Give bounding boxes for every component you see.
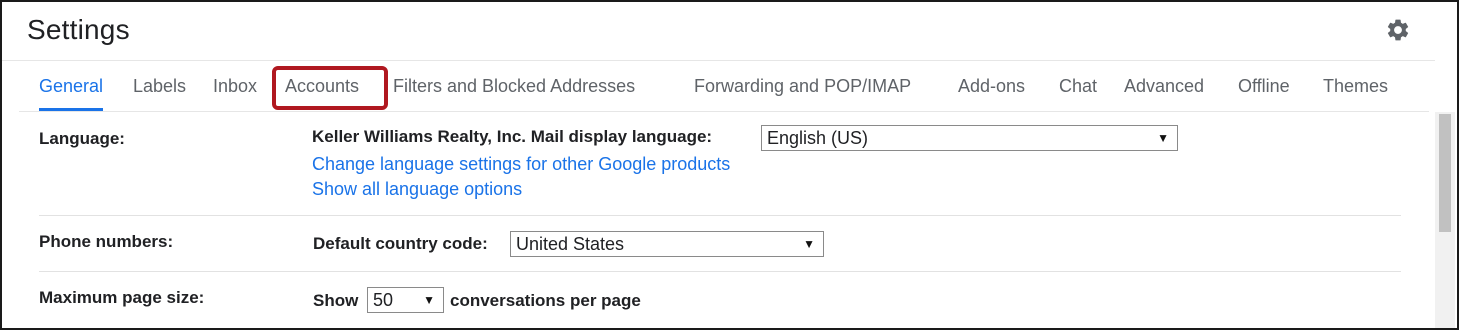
default-country-code-prompt: Default country code: — [313, 234, 488, 253]
language-select[interactable]: English (US) ▼ — [761, 125, 1178, 151]
language-label: Language: — [39, 129, 125, 148]
country-code-select[interactable]: United States ▼ — [510, 231, 824, 257]
settings-header: Settings — [2, 2, 1435, 61]
language-links: Change language settings for other Googl… — [312, 154, 730, 200]
page-size-prefix-wrap: Show — [313, 291, 358, 311]
page-title: Settings — [27, 14, 130, 45]
page-size-suffix-wrap: conversations per page — [450, 291, 641, 311]
vertical-scrollbar[interactable] — [1435, 112, 1455, 328]
dropdown-caret-icon: ▼ — [803, 237, 815, 251]
tab-filters-and-blocked-addresses[interactable]: Filters and Blocked Addresses — [393, 61, 635, 111]
tab-chat[interactable]: Chat — [1059, 61, 1097, 111]
settings-tabs: General Labels Inbox Accounts Filters an… — [19, 61, 1429, 112]
page-size-row: Maximum page size: Show 50 ▼ conversatio… — [39, 272, 1401, 328]
settings-window: Settings General Labels Inbox Accounts F… — [0, 0, 1459, 330]
country-code-value: United States — [516, 234, 625, 254]
show-all-language-options-link[interactable]: Show all language options — [312, 179, 730, 200]
tab-accounts[interactable]: Accounts — [285, 61, 359, 111]
tab-general[interactable]: General — [39, 61, 104, 111]
tab-themes[interactable]: Themes — [1323, 61, 1388, 111]
tab-forwarding-and-pop-imap[interactable]: Forwarding and POP/IMAP — [694, 61, 911, 111]
tab-labels[interactable]: Labels — [133, 61, 186, 111]
phone-content: Default country code: — [313, 234, 488, 254]
language-content: Keller Williams Realty, Inc. Mail displa… — [312, 127, 712, 147]
page-size-suffix: conversations per page — [450, 291, 641, 310]
page-size-label: Maximum page size: — [39, 288, 205, 307]
dropdown-caret-icon: ▼ — [1157, 131, 1169, 145]
gear-icon[interactable] — [1385, 17, 1411, 43]
tab-add-ons[interactable]: Add-ons — [958, 61, 1025, 111]
change-language-settings-link[interactable]: Change language settings for other Googl… — [312, 154, 730, 175]
phone-numbers-row: Phone numbers: Default country code: Uni… — [39, 216, 1401, 272]
phone-numbers-label: Phone numbers: — [39, 232, 174, 251]
language-select-value: English (US) — [767, 128, 869, 148]
page-size-prefix: Show — [313, 291, 359, 310]
tab-offline[interactable]: Offline — [1238, 61, 1290, 111]
language-row: Language: Keller Williams Realty, Inc. M… — [39, 112, 1401, 216]
tab-inbox[interactable]: Inbox — [213, 61, 257, 111]
scrollbar-thumb[interactable] — [1439, 114, 1451, 232]
page-size-value: 50 — [373, 290, 394, 310]
page-size-select[interactable]: 50 ▼ — [367, 287, 444, 313]
dropdown-caret-icon: ▼ — [423, 293, 435, 307]
tab-advanced[interactable]: Advanced — [1124, 61, 1204, 111]
display-language-prompt: Keller Williams Realty, Inc. Mail displa… — [312, 127, 713, 146]
